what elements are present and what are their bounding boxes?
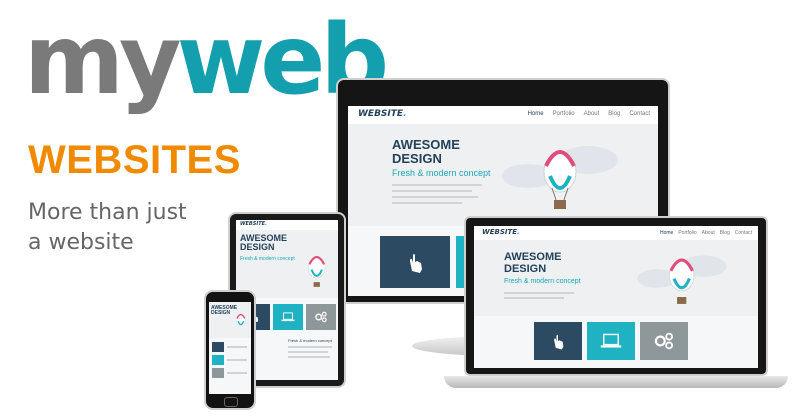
mock-text-line bbox=[288, 356, 330, 358]
mock-text-line bbox=[227, 359, 247, 361]
tagline: More than just a website bbox=[28, 198, 187, 258]
laptop-screen: WEBSITE. Home Portfolio About Blog Conta… bbox=[474, 226, 758, 368]
mock-hero: AWESOME DESIGN Fresh & modern concept bbox=[236, 230, 338, 298]
tile-touch bbox=[380, 236, 450, 288]
laptop-icon bbox=[600, 333, 622, 348]
tile-gears bbox=[212, 368, 224, 378]
mock-hero-title-2: DESIGN bbox=[240, 242, 275, 253]
tagline-line-2: a website bbox=[28, 230, 134, 255]
tile-laptop bbox=[273, 304, 303, 330]
mock-nav-blog[interactable]: Blog bbox=[720, 230, 730, 236]
mock-hero: AWESOME DESIGN bbox=[209, 302, 251, 338]
mock-hero-subtitle: Fresh & modern concept bbox=[504, 278, 581, 285]
tile-gears bbox=[306, 304, 336, 330]
mock-navbar: WEBSITE. Home Portfolio About Blog Conta… bbox=[474, 226, 758, 241]
mock-hero: AWESOME DESIGN Fresh & modern concept bbox=[474, 240, 758, 316]
mock-hero-title-2: DESIGN bbox=[392, 150, 442, 166]
mock-text-line bbox=[227, 346, 247, 348]
mock-hero-subtitle: Fresh & modern concept bbox=[240, 256, 295, 262]
mock-nav: Home Portfolio About Blog Contact bbox=[528, 111, 650, 117]
mock-hero-title: AWESOME DESIGN bbox=[504, 251, 562, 275]
mock-hero: AWESOME DESIGN Fresh & modern concept bbox=[348, 124, 658, 226]
mock-logo-text: WEBSITE bbox=[240, 221, 266, 227]
balloon-illustration bbox=[308, 256, 326, 287]
mock-text-line bbox=[288, 351, 328, 353]
tile-laptop bbox=[587, 322, 635, 360]
mock-nav-portfolio[interactable]: Portfolio bbox=[678, 230, 696, 236]
mock-logo: WEBSITE. bbox=[482, 228, 520, 236]
touch-hand-icon bbox=[554, 334, 564, 350]
mock-nav: Home Portfolio About Blog Contact bbox=[660, 230, 752, 236]
tile-gears bbox=[640, 322, 688, 360]
mock-nav-home[interactable]: Home bbox=[660, 230, 673, 236]
mock-nav-home[interactable]: Home bbox=[528, 111, 544, 117]
mock-hero-title: AWESOME DESIGN bbox=[240, 233, 287, 253]
balloon-illustration bbox=[637, 255, 727, 304]
balloon-illustration bbox=[236, 314, 246, 326]
mock-tiles bbox=[534, 322, 688, 360]
mock-logo-dot: . bbox=[517, 228, 520, 236]
mock-logo-text: WEBSITE bbox=[482, 228, 518, 236]
headline: WEBSITES bbox=[28, 138, 241, 182]
mock-hero-title-2: DESIGN bbox=[504, 262, 547, 275]
mock-text-line bbox=[227, 372, 247, 374]
balloon-illustration bbox=[502, 146, 618, 209]
phone-home-button[interactable] bbox=[224, 397, 238, 407]
laptop-icon bbox=[281, 312, 295, 322]
tile-touch bbox=[534, 322, 582, 360]
tile-laptop bbox=[212, 355, 224, 365]
mock-hero-title: AWESOME DESIGN bbox=[392, 138, 460, 165]
mock-nav-contact[interactable]: Contact bbox=[735, 230, 752, 236]
mock-nav-about[interactable]: About bbox=[702, 230, 715, 236]
brand-logo: myweb bbox=[24, 12, 389, 108]
mock-logo-text: WEBSITE bbox=[358, 109, 404, 119]
mock-nav-blog[interactable]: Blog bbox=[608, 111, 620, 117]
mock-hero-title-1: AWESOME bbox=[392, 137, 460, 152]
laptop: WEBSITE. Home Portfolio About Blog Conta… bbox=[444, 216, 788, 392]
mock-nav-about[interactable]: About bbox=[584, 111, 600, 117]
mock-hero-title-1: AWESOME bbox=[504, 251, 562, 263]
mock-text-line bbox=[504, 297, 564, 299]
phone-screen: AWESOME DESIGN bbox=[209, 302, 251, 394]
gears-icon bbox=[315, 311, 327, 323]
mock-logo-dot: . bbox=[265, 221, 267, 227]
logo-my: my bbox=[24, 4, 182, 116]
mock-logo-dot: . bbox=[403, 109, 407, 119]
promo-banner: myweb WEBSITES More than just a website … bbox=[0, 0, 800, 420]
mock-logo: WEBSITE. bbox=[240, 221, 267, 227]
mock-nav-portfolio[interactable]: Portfolio bbox=[553, 111, 575, 117]
tile-touch bbox=[212, 342, 224, 352]
mock-text-line bbox=[288, 346, 332, 348]
mock-text-line bbox=[392, 190, 472, 192]
mock-text-line bbox=[392, 202, 462, 204]
mock-navbar: WEBSITE. Home Portfolio About Blog Conta… bbox=[348, 106, 658, 125]
mock-text-line bbox=[392, 184, 482, 186]
gears-icon bbox=[654, 332, 673, 350]
mock-hero-subtitle: Fresh & modern concept bbox=[392, 168, 491, 178]
mock-logo: WEBSITE. bbox=[358, 109, 406, 119]
mock-text-line bbox=[504, 292, 574, 294]
smartphone: AWESOME DESIGN bbox=[204, 290, 256, 410]
mock-section-text: Fresh & modern concept bbox=[288, 338, 332, 343]
laptop-base bbox=[444, 376, 788, 388]
mock-nav-contact[interactable]: Contact bbox=[629, 111, 650, 117]
tagline-line-1: More than just bbox=[28, 200, 187, 225]
mock-text-line bbox=[392, 196, 478, 198]
touch-hand-icon bbox=[410, 254, 422, 273]
